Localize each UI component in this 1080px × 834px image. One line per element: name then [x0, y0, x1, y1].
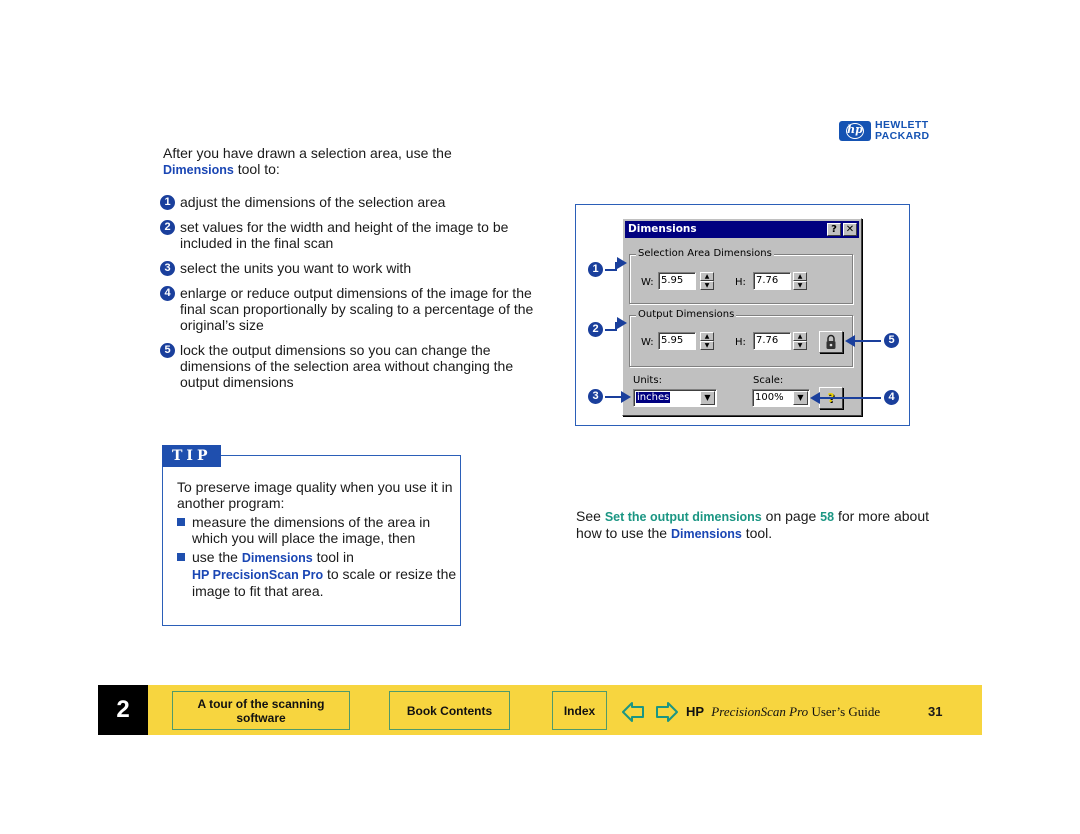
dimensions-link[interactable]: Dimensions — [163, 163, 234, 177]
output-width-input[interactable]: 5.95 — [658, 332, 696, 350]
step-text: select the units you want to work with — [180, 260, 412, 276]
page-58-link[interactable]: 58 — [820, 510, 834, 524]
dimensions-dialog: Dimensions ? ✕ Selection Area Dimensions… — [622, 218, 862, 416]
callout-5: 5 — [884, 333, 899, 348]
units-select[interactable]: inches ▼ — [633, 389, 717, 407]
step-text: enlarge or reduce output dimensions of t… — [180, 285, 534, 333]
dialog-titlebar: Dimensions ? ✕ — [625, 221, 859, 238]
arrow-left-icon — [810, 392, 820, 404]
callout-4: 4 — [884, 390, 899, 405]
lock-button[interactable] — [819, 331, 843, 353]
height-label: H: — [735, 337, 746, 348]
tip-label: TIP — [162, 445, 221, 467]
step-number-icon: 1 — [160, 195, 175, 210]
step-item: 2 set values for the width and height of … — [160, 219, 540, 251]
step-text: adjust the dimensions of the selection a… — [180, 194, 446, 210]
scale-select[interactable]: 100% ▼ — [752, 389, 810, 407]
dialog-title: Dimensions — [628, 223, 697, 235]
callout-arrow — [605, 396, 621, 398]
precisionscan-link[interactable]: HP PrecisionScan Pro — [192, 568, 323, 582]
step-number-icon: 5 — [160, 343, 175, 358]
group-label: Output Dimensions — [636, 309, 737, 320]
intro-text-end: tool to: — [233, 161, 280, 177]
dimensions-link[interactable]: Dimensions — [242, 551, 313, 565]
output-height-input[interactable]: 7.76 — [753, 332, 791, 350]
arrow-left-icon — [845, 335, 855, 347]
callout-3: 3 — [588, 389, 603, 404]
step-number-icon: 2 — [160, 220, 175, 235]
bullet-icon — [177, 518, 185, 526]
selection-width-input[interactable]: 5.95 — [658, 272, 696, 290]
book-contents-button[interactable]: Book Contents — [389, 691, 510, 730]
units-label: Units: — [633, 375, 662, 386]
hp-logo-mark: hp — [839, 121, 871, 141]
step-number-icon: 4 — [160, 286, 175, 301]
tip-item: measure the dimensions of the area in wh… — [177, 514, 457, 546]
output-height-spinner[interactable]: ▲ ▼ — [793, 332, 807, 350]
arrow-right-icon — [617, 257, 627, 269]
callout-arrow — [855, 340, 881, 342]
step-text: set values for the width and height of t… — [180, 219, 509, 251]
selection-height-spinner[interactable]: ▲ ▼ — [793, 272, 807, 290]
width-label: W: — [641, 337, 654, 348]
arrow-right-icon — [621, 391, 631, 403]
section-button-label: A tour of the scanning software — [197, 696, 325, 725]
step-item: 1 adjust the dimensions of the selection … — [160, 194, 540, 210]
chevron-down-icon[interactable]: ▼ — [793, 391, 808, 405]
callout-arrow — [820, 397, 881, 399]
width-label: W: — [641, 277, 654, 288]
tip-content: To preserve image quality when you use i… — [177, 479, 457, 602]
callout-1: 1 — [588, 262, 603, 277]
guide-title: HP PrecisionScan Pro User’s Guide — [686, 704, 881, 719]
group-label: Selection Area Dimensions — [636, 248, 774, 259]
chapter-number: 2 — [98, 685, 148, 735]
scale-label: Scale: — [753, 375, 784, 386]
section-button[interactable]: A tour of the scanning software — [172, 691, 350, 730]
arrow-right-icon — [617, 317, 627, 329]
step-number-icon: 3 — [160, 261, 175, 276]
index-label: Index — [563, 703, 596, 718]
step-item: 4 enlarge or reduce output dimensions of … — [160, 285, 540, 333]
intro-text: After you have drawn a selection area, u… — [163, 145, 452, 161]
book-contents-label: Book Contents — [406, 703, 493, 718]
scale-value: 100% — [755, 392, 784, 403]
units-value: inches — [636, 392, 671, 403]
tip-item-text: measure the dimensions of the area in wh… — [192, 514, 431, 546]
lock-icon — [826, 334, 836, 349]
tip-item-text: use the Dimensions tool in HP PrecisionS… — [192, 549, 457, 599]
back-arrow-icon[interactable] — [621, 701, 645, 723]
help-button[interactable]: ? — [827, 223, 841, 236]
see-more-paragraph: See Set the output dimensions on page 58… — [576, 508, 929, 541]
tip-intro: To preserve image quality when you use i… — [177, 479, 453, 511]
index-button[interactable]: Index — [552, 691, 607, 730]
steps-list: 1 adjust the dimensions of the selection … — [160, 194, 540, 399]
chevron-down-icon[interactable]: ▼ — [700, 391, 715, 405]
tip-item: use the Dimensions tool in HP PrecisionS… — [177, 549, 457, 599]
bullet-icon — [177, 553, 185, 561]
forward-arrow-icon[interactable] — [655, 701, 679, 723]
dimensions-link[interactable]: Dimensions — [671, 527, 742, 541]
output-width-spinner[interactable]: ▲ ▼ — [700, 332, 714, 350]
hp-logo: hp HEWLETT PACKARD — [839, 119, 943, 143]
callout-2: 2 — [588, 322, 603, 337]
close-button[interactable]: ✕ — [843, 223, 857, 236]
page-number: 31 — [928, 704, 943, 719]
step-text: lock the output dimensions so you can ch… — [180, 342, 514, 390]
step-item: 5 lock the output dimensions so you can c… — [160, 342, 540, 390]
height-label: H: — [735, 277, 746, 288]
selection-height-input[interactable]: 7.76 — [753, 272, 791, 290]
selection-width-spinner[interactable]: ▲ ▼ — [700, 272, 714, 290]
hp-logo-text: HEWLETT PACKARD — [875, 119, 930, 142]
intro-paragraph: After you have drawn a selection area, u… — [163, 145, 543, 178]
set-output-dimensions-link[interactable]: Set the output dimensions — [605, 510, 762, 524]
step-item: 3 select the units you want to work with — [160, 260, 540, 276]
